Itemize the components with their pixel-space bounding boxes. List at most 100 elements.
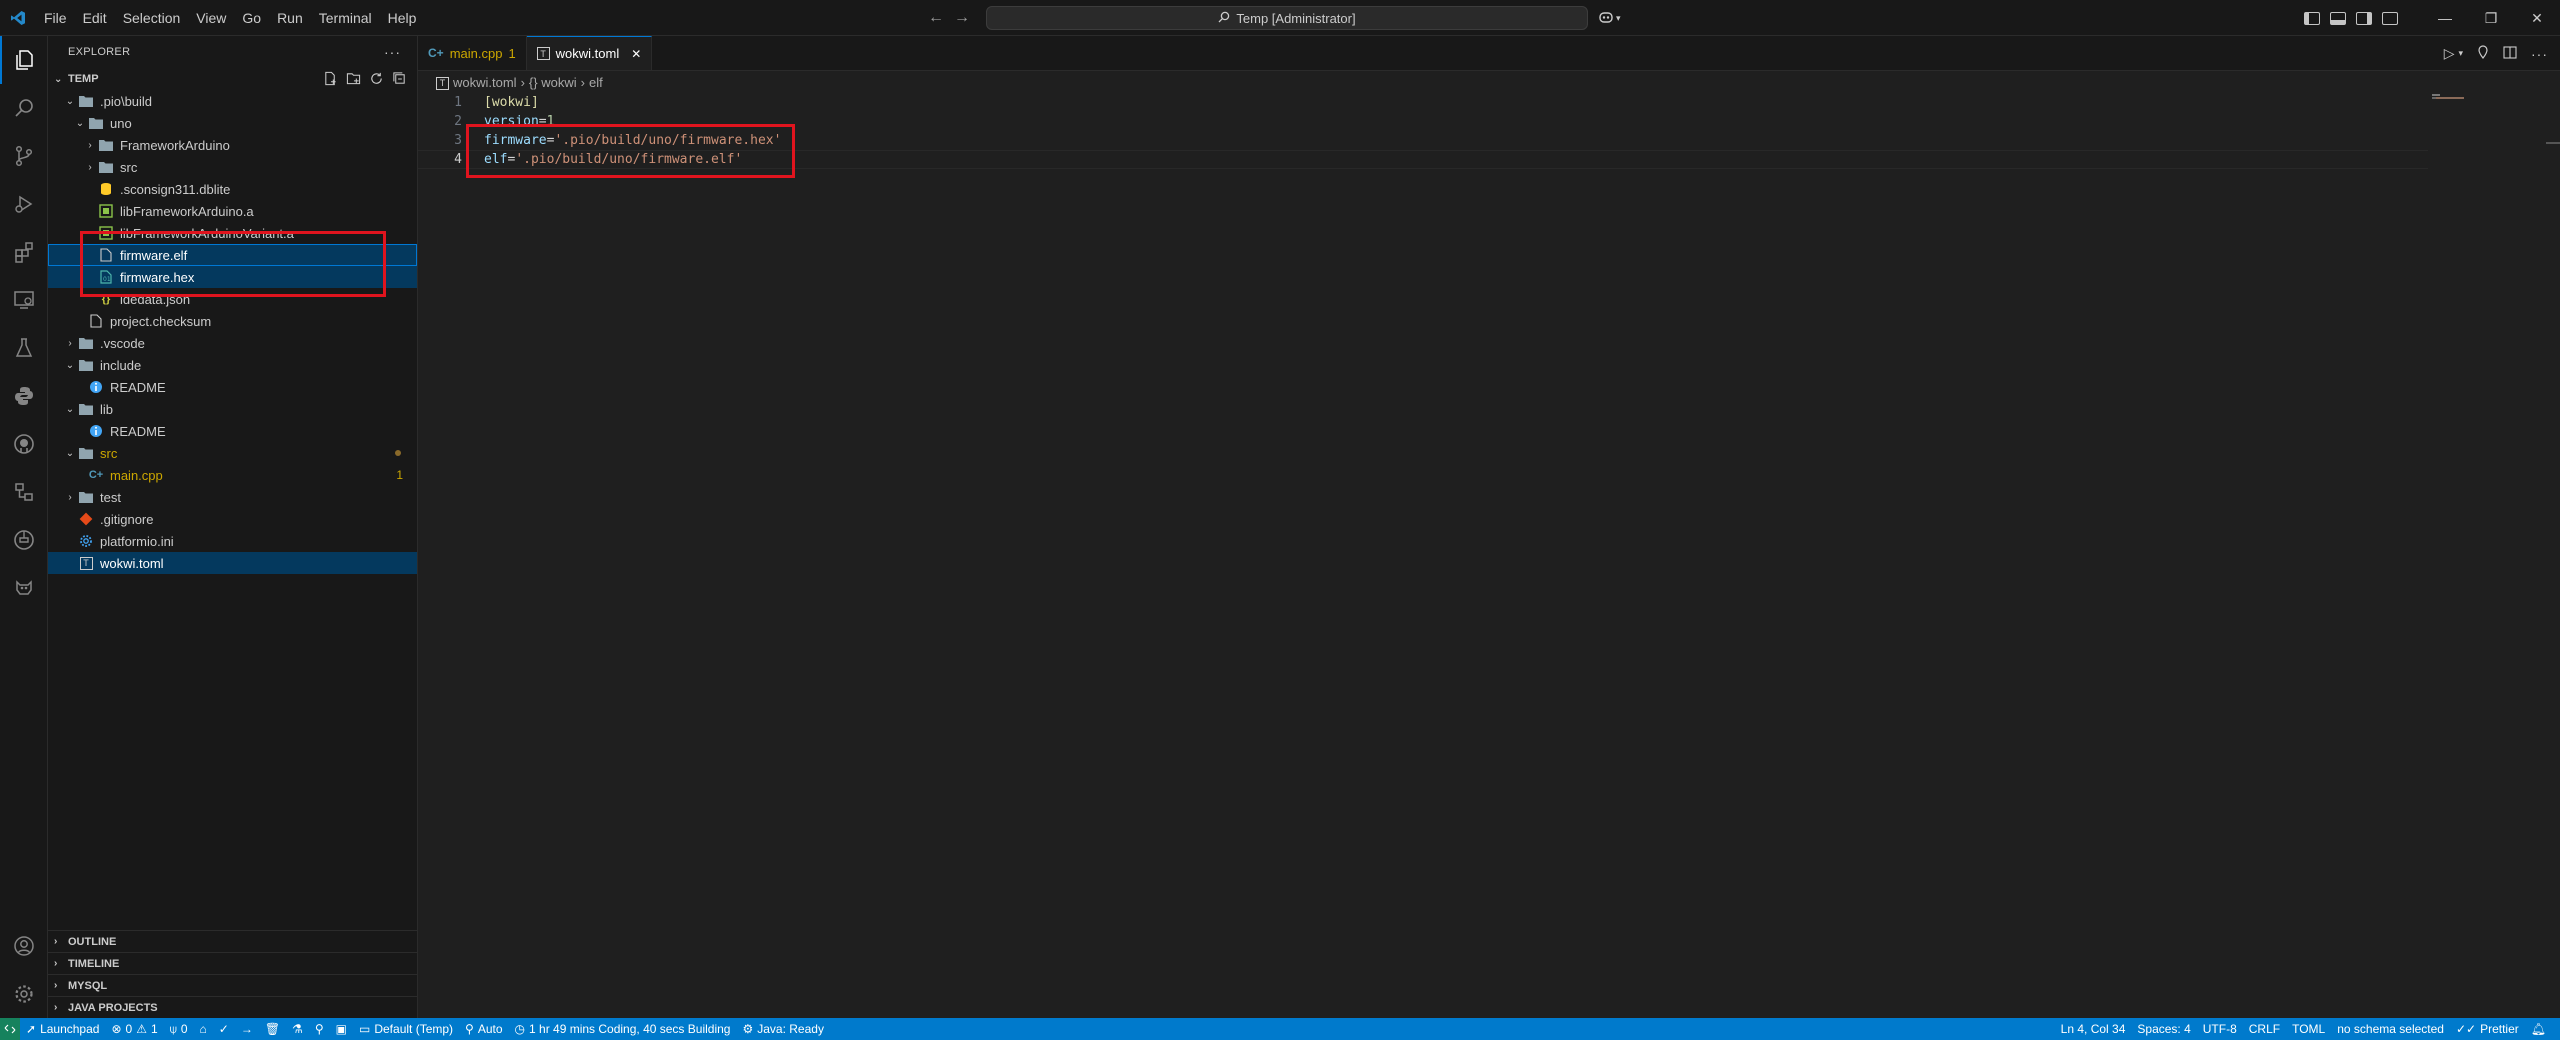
account-icon[interactable]	[0, 922, 48, 970]
workspace-section-header[interactable]: ⌄ TEMP	[48, 68, 417, 90]
tree-item[interactable]: ⌄ uno	[48, 112, 417, 134]
source-control-icon[interactable]	[0, 132, 48, 180]
code-line[interactable]: 1 [wokwi]	[418, 93, 2560, 112]
menu-help[interactable]: Help	[380, 0, 425, 36]
port-auto-button[interactable]: ⚲ Auto	[459, 1018, 508, 1040]
section-mysql[interactable]: › MYSQL	[48, 974, 418, 996]
more-actions-icon[interactable]: ···	[2531, 46, 2548, 62]
end-of-line[interactable]: CRLF	[2243, 1018, 2286, 1040]
remote-explorer-icon[interactable]	[0, 276, 48, 324]
notifications-button[interactable]: 🔔︎	[2525, 1018, 2552, 1040]
python-icon[interactable]	[0, 372, 48, 420]
pio-test-button[interactable]: ⚗	[286, 1018, 309, 1040]
code-line[interactable]: 2 version=1	[418, 112, 2560, 131]
tree-item[interactable]: ⌄ src	[48, 442, 417, 464]
pio-env-button[interactable]: ▭ Default (Temp)	[353, 1018, 459, 1040]
refresh-icon[interactable]	[369, 71, 384, 89]
platformio-icon[interactable]	[0, 516, 48, 564]
run-debug-icon[interactable]	[0, 180, 48, 228]
section-outline[interactable]: › OUTLINE	[48, 930, 418, 952]
section-java-projects[interactable]: › JAVA PROJECTS	[48, 996, 418, 1018]
tree-item[interactable]: libFrameworkArduinoVariant.a	[48, 222, 417, 244]
new-file-icon[interactable]	[323, 71, 338, 89]
breadcrumb-item[interactable]: {} wokwi	[529, 75, 577, 90]
code-line[interactable]: 4 elf='.pio/build/uno/firmware.elf'	[418, 150, 2428, 169]
tab-wokwi-toml[interactable]: T wokwi.toml ✕	[526, 36, 653, 70]
tree-item[interactable]: .sconsign311.dblite	[48, 178, 417, 200]
schema-selector[interactable]: no schema selected	[2331, 1018, 2450, 1040]
explorer-icon[interactable]	[0, 36, 48, 84]
tree-item[interactable]: › src	[48, 156, 417, 178]
problems-indicator[interactable]: ⊗ 0 ⚠ 1	[105, 1018, 163, 1040]
more-actions-icon[interactable]: ···	[384, 44, 401, 60]
code-line[interactable]: 3 firmware='.pio/build/uno/firmware.hex'	[418, 131, 2560, 150]
ports-indicator[interactable]: ⍦ 0	[164, 1018, 194, 1040]
search-icon[interactable]	[0, 84, 48, 132]
tree-item[interactable]: README	[48, 376, 417, 398]
tree-item[interactable]: firmware.elf	[48, 244, 417, 266]
tree-item[interactable]: Twokwi.toml	[48, 552, 417, 574]
close-icon[interactable]: ✕	[631, 47, 641, 61]
pio-home-button[interactable]: ⌂	[194, 1018, 213, 1040]
menu-view[interactable]: View	[188, 0, 234, 36]
wokwi-sim-icon[interactable]	[2477, 45, 2489, 62]
toggle-secondary-sidebar-icon[interactable]	[2356, 11, 2372, 25]
breadcrumb-item[interactable]: wokwi.toml	[453, 75, 517, 90]
menu-edit[interactable]: Edit	[75, 0, 115, 36]
breadcrumb-item[interactable]: elf	[589, 75, 603, 90]
command-center[interactable]: Temp [Administrator]	[986, 6, 1588, 30]
encoding[interactable]: UTF-8	[2197, 1018, 2243, 1040]
tree-item[interactable]: ⌄ include	[48, 354, 417, 376]
run-code-icon[interactable]: ▷	[2444, 45, 2455, 62]
remote-indicator-icon[interactable]	[0, 1018, 20, 1040]
pio-monitor-button[interactable]: ⚲	[309, 1018, 330, 1040]
restore-button[interactable]: ❐	[2468, 0, 2514, 36]
tree-item[interactable]: › test	[48, 486, 417, 508]
menu-selection[interactable]: Selection	[115, 0, 189, 36]
tree-item[interactable]: C+ main.cpp 1	[48, 464, 417, 486]
menu-go[interactable]: Go	[234, 0, 269, 36]
toggle-panel-icon[interactable]	[2330, 11, 2346, 25]
tree-item[interactable]: ⌄ lib	[48, 398, 417, 420]
cursor-position[interactable]: Ln 4, Col 34	[2055, 1018, 2132, 1040]
code-editor[interactable]: 1 [wokwi] 2 version=1 3 firmware='.pio/build/…	[418, 93, 2560, 169]
collapse-all-icon[interactable]	[392, 71, 407, 89]
prettier-status[interactable]: ✓✓ Prettier	[2450, 1018, 2525, 1040]
tree-item[interactable]: › .vscode	[48, 332, 417, 354]
customize-layout-icon[interactable]	[2382, 11, 2398, 25]
minimize-button[interactable]: —	[2422, 0, 2468, 36]
tree-item[interactable]: {} idedata.json	[48, 288, 417, 310]
close-window-button[interactable]: ✕	[2514, 0, 2560, 36]
tree-item[interactable]: .gitignore	[48, 508, 417, 530]
back-arrow-icon[interactable]: ←	[928, 9, 944, 27]
chevron-down-icon[interactable]: ▾	[2458, 48, 2463, 59]
tree-item[interactable]: ⌄ .pio\build	[48, 90, 417, 112]
pio-clean-button[interactable]: 🗑	[259, 1018, 286, 1040]
testing-flask-icon[interactable]	[0, 324, 48, 372]
wokwi-icon[interactable]	[0, 564, 48, 612]
copilot-button[interactable]: ▾	[1598, 0, 1621, 36]
pio-upload-button[interactable]: →	[235, 1018, 259, 1040]
minimap[interactable]	[2432, 93, 2550, 153]
github-icon[interactable]	[0, 420, 48, 468]
menu-file[interactable]: File	[36, 0, 75, 36]
tab-main-cpp[interactable]: C+ main.cpp 1	[418, 36, 527, 70]
tree-item[interactable]: project.checksum	[48, 310, 417, 332]
gear-icon[interactable]	[0, 970, 48, 1018]
tree-item[interactable]: libFrameworkArduino.a	[48, 200, 417, 222]
tree-item[interactable]: README	[48, 420, 417, 442]
menu-terminal[interactable]: Terminal	[311, 0, 380, 36]
wakatime-indicator[interactable]: ◷ 1 hr 49 mins Coding, 40 secs Building	[509, 1018, 737, 1040]
tree-item[interactable]: 01 firmware.hex	[48, 266, 417, 288]
launchpad-button[interactable]: ➚ Launchpad	[20, 1018, 105, 1040]
java-status[interactable]: ⚙ Java: Ready	[736, 1018, 829, 1040]
extensions-icon[interactable]	[0, 228, 48, 276]
language-mode[interactable]: TOML	[2286, 1018, 2331, 1040]
forward-arrow-icon[interactable]: →	[954, 9, 970, 27]
new-folder-icon[interactable]	[346, 71, 361, 89]
tree-item[interactable]: platformio.ini	[48, 530, 417, 552]
database-tree-icon[interactable]	[0, 468, 48, 516]
tree-item[interactable]: › FrameworkArduino	[48, 134, 417, 156]
menu-run[interactable]: Run	[269, 0, 311, 36]
pio-build-button[interactable]: ✓	[213, 1018, 235, 1040]
